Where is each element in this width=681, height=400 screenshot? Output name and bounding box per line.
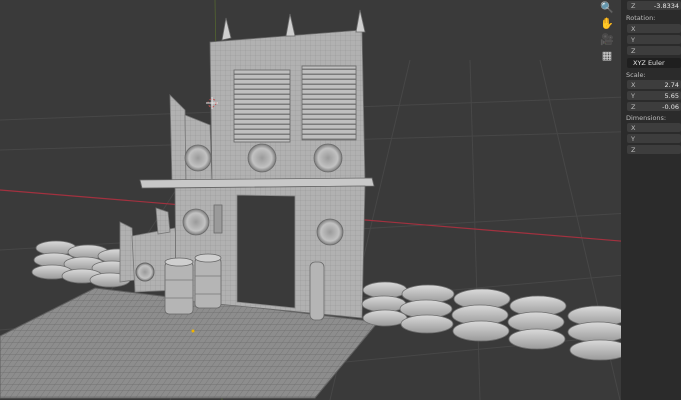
viewport-scene[interactable]: [0, 0, 681, 400]
rotation-x-field[interactable]: X: [627, 24, 681, 33]
scale-y-field[interactable]: Y 5.65: [627, 91, 681, 100]
axis-label: Z: [631, 46, 636, 55]
axis-label: Y: [631, 134, 635, 143]
scale-z-field[interactable]: Z -0.06: [627, 102, 681, 111]
zoom-icon[interactable]: 🔍: [597, 0, 617, 15]
axis-label: X: [631, 80, 636, 89]
grid-view-icon[interactable]: ▦: [597, 48, 617, 63]
axis-label: Z: [631, 102, 636, 111]
dimensions-x-field[interactable]: X: [627, 123, 681, 132]
rotation-label: Rotation:: [626, 14, 656, 22]
barrels: [164, 253, 222, 315]
axis-label: Y: [631, 35, 635, 44]
axis-label: Z: [631, 145, 636, 154]
origin-point: [191, 329, 195, 333]
dimensions-y-field[interactable]: Y: [627, 134, 681, 143]
scale-x-field[interactable]: X 2.74: [627, 80, 681, 89]
scale-z-value: -0.06: [662, 102, 679, 111]
transform-panel: Z -3.8334 Rotation: X Y Z XYZ Euler Scal…: [621, 0, 681, 400]
left-porthole-small: [135, 262, 155, 282]
dimensions-z-field[interactable]: Z: [627, 145, 681, 154]
axis-label: X: [631, 24, 636, 33]
location-z-value: -3.8334: [653, 1, 679, 10]
rotation-mode-select[interactable]: XYZ Euler: [627, 58, 681, 68]
scale-x-value: 2.74: [664, 80, 679, 89]
camera-icon[interactable]: 🎥: [597, 32, 617, 47]
location-z-field[interactable]: Z -3.8334: [627, 1, 681, 10]
pan-hand-icon[interactable]: ✋: [597, 16, 617, 31]
scale-label: Scale:: [626, 71, 646, 79]
axis-label: X: [631, 123, 636, 132]
dimensions-label: Dimensions:: [626, 114, 667, 122]
rotation-y-field[interactable]: Y: [627, 35, 681, 44]
axis-label: Y: [631, 91, 635, 100]
scale-y-value: 5.65: [664, 91, 679, 100]
navigation-gizmo: 🔍 ✋ 🎥 ▦: [597, 0, 619, 64]
right-sandbag-wall: [361, 281, 631, 361]
axis-label: Z: [631, 1, 636, 10]
rotation-z-field[interactable]: Z: [627, 46, 681, 55]
3d-viewport[interactable]: 🔍 ✋ 🎥 ▦ Z -3.8334 Rotation: X Y Z XYZ Eu…: [0, 0, 681, 400]
